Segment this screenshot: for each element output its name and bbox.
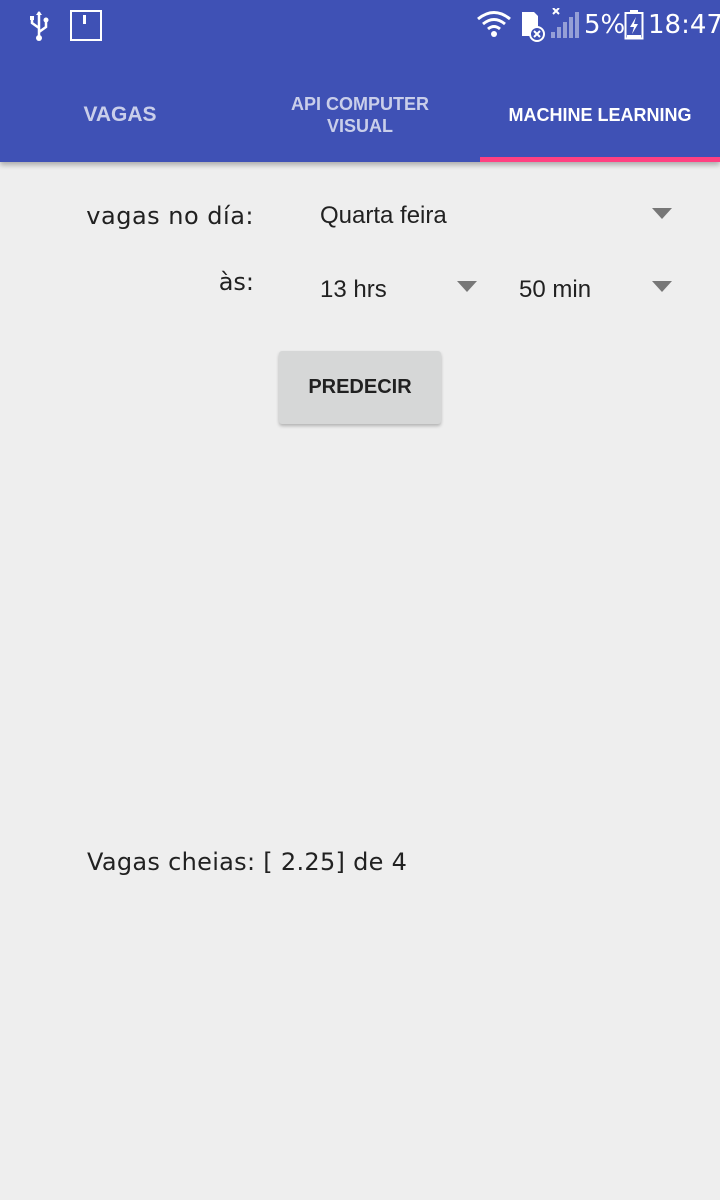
tab-machine-learning[interactable]: MACHINE LEARNING — [480, 68, 720, 162]
tab-api-computer-visual[interactable]: API COMPUTER VISUAL — [240, 68, 480, 162]
battery-percent: 5% — [584, 10, 626, 40]
battery-charging-icon — [624, 10, 644, 40]
day-spinner[interactable]: Quarta feira — [320, 196, 675, 236]
time-label: às: — [218, 268, 254, 296]
screenshot-icon — [70, 10, 102, 41]
hour-spinner[interactable]: 13 hrs — [320, 270, 480, 310]
usb-icon — [30, 11, 49, 41]
minute-spinner-value: 50 min — [519, 276, 592, 303]
sd-card-icon — [522, 12, 545, 42]
app-bar: 5% 18:47 VAGAS API COMPUTER VISUAL MACHI… — [0, 0, 720, 162]
dropdown-arrow-icon — [652, 281, 672, 292]
tab-bar: VAGAS API COMPUTER VISUAL MACHINE LEARNI… — [0, 68, 720, 162]
tab-vagas[interactable]: VAGAS — [0, 68, 240, 162]
day-spinner-value: Quarta feira — [320, 202, 447, 229]
day-label: vagas no día: — [86, 202, 254, 230]
status-bar: 5% 18:47 — [0, 0, 720, 52]
minute-spinner[interactable]: 50 min — [519, 270, 674, 310]
prediction-result: Vagas cheias: [ 2.25] de 4 — [87, 848, 408, 876]
dropdown-arrow-icon — [457, 281, 477, 292]
selected-tab-indicator — [480, 157, 720, 162]
wifi-icon — [477, 11, 511, 37]
signal-icon — [551, 8, 579, 38]
predict-button[interactable]: PREDECIR — [279, 351, 441, 424]
hour-spinner-value: 13 hrs — [320, 276, 387, 303]
dropdown-arrow-icon — [652, 208, 672, 219]
clock: 18:47 — [648, 10, 720, 40]
